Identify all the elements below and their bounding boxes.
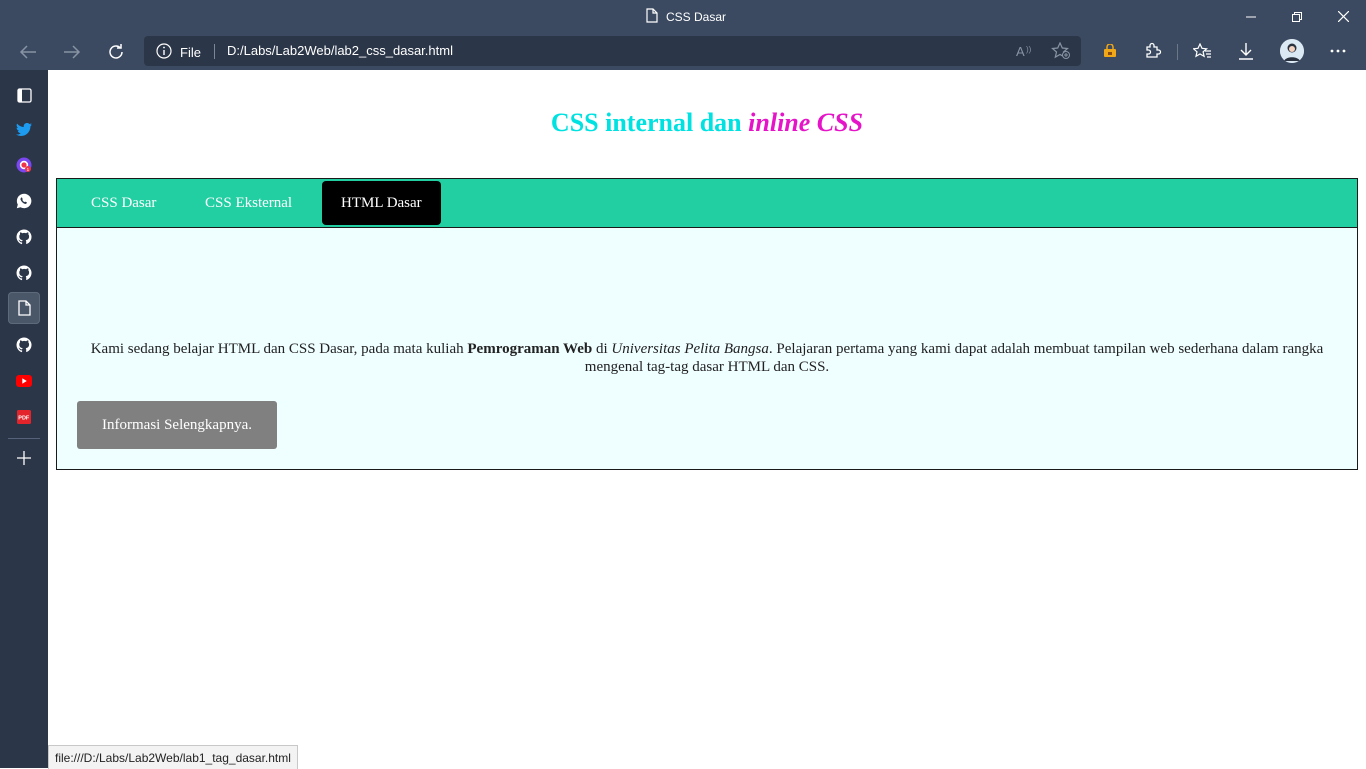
intro-text: Kami sedang belajar HTML dan CSS Dasar, …	[90, 341, 468, 357]
extensions-puzzle-icon[interactable]	[1137, 36, 1169, 66]
favorites-icon[interactable]	[1186, 36, 1218, 66]
svg-text:PDF: PDF	[18, 416, 30, 422]
status-bar-link-preview: file:///D:/Labs/Lab2Web/lab1_tag_dasar.h…	[48, 745, 298, 769]
whatsapp-icon[interactable]	[8, 185, 40, 217]
site-info-button[interactable]: File	[156, 43, 201, 62]
sidebar-divider	[8, 438, 40, 439]
avatar	[1280, 39, 1304, 63]
title-plain: CSS internal dan	[550, 108, 749, 137]
add-icon[interactable]	[8, 442, 40, 474]
forward-button[interactable]	[54, 33, 90, 70]
tab-actions-icon[interactable]	[8, 79, 40, 111]
title-bar: CSS Dasar	[0, 0, 1366, 33]
document-icon[interactable]	[8, 292, 40, 324]
info-icon	[156, 43, 172, 62]
address-divider	[214, 44, 215, 59]
github-icon[interactable]	[8, 221, 40, 253]
refresh-button[interactable]	[98, 33, 134, 70]
browser-toolbar: File D:/Labs/Lab2Web/lab2_css_dasar.html…	[0, 33, 1366, 70]
address-bar[interactable]: File D:/Labs/Lab2Web/lab2_css_dasar.html…	[144, 36, 1081, 66]
twitter-icon[interactable]	[8, 113, 40, 145]
toolbar-divider	[1177, 44, 1178, 60]
tab-title-text: CSS Dasar	[666, 10, 727, 24]
nav-link-css-dasar[interactable]: CSS Dasar	[72, 181, 175, 225]
github-icon[interactable]	[8, 257, 40, 289]
scheme-label: File	[180, 45, 201, 60]
add-favorite-icon[interactable]	[1050, 41, 1072, 61]
course-name: Pemrograman Web	[467, 341, 593, 357]
title-italic: inline CSS	[748, 108, 864, 137]
back-button[interactable]	[10, 33, 46, 70]
extension-icon[interactable]	[1094, 36, 1126, 66]
intro-connector: di	[592, 341, 612, 357]
pdf-icon[interactable]: PDF	[8, 401, 40, 433]
nav-link-html-dasar[interactable]: HTML Dasar	[322, 181, 441, 225]
university-name: Universitas Pelita Bangsa	[611, 341, 769, 357]
restore-button[interactable]	[1274, 0, 1320, 33]
messenger-icon[interactable]: 1	[8, 149, 40, 181]
read-aloud-icon[interactable]: A))	[1014, 41, 1036, 61]
nav-link-css-eksternal[interactable]: CSS Eksternal	[186, 181, 311, 225]
window-title: CSS Dasar	[646, 8, 726, 26]
profile-button[interactable]	[1276, 36, 1308, 66]
svg-text:)): ))	[1026, 45, 1032, 54]
page-icon	[646, 8, 658, 26]
intro-paragraph: Kami sedang belajar HTML dan CSS Dasar, …	[71, 340, 1343, 376]
minimize-button[interactable]	[1228, 0, 1274, 33]
url-text[interactable]: D:/Labs/Lab2Web/lab2_css_dasar.html	[227, 43, 453, 58]
web-page: CSS internal dan inline CSS CSS Dasar CS…	[48, 70, 1366, 768]
more-options-icon[interactable]	[1322, 36, 1354, 66]
content-section: Kami sedang belajar HTML dan CSS Dasar, …	[56, 227, 1358, 470]
svg-text:A: A	[1016, 44, 1025, 58]
nav-bar: CSS Dasar CSS Eksternal HTML Dasar	[56, 178, 1358, 228]
downloads-icon[interactable]	[1230, 36, 1262, 66]
close-button[interactable]	[1320, 0, 1366, 33]
youtube-icon[interactable]	[8, 365, 40, 397]
more-info-button[interactable]: Informasi Selengkapnya.	[77, 401, 277, 449]
browser-sidebar: 1 PDF	[0, 70, 48, 768]
page-title: CSS internal dan inline CSS	[48, 108, 1366, 138]
github-icon[interactable]	[8, 329, 40, 361]
